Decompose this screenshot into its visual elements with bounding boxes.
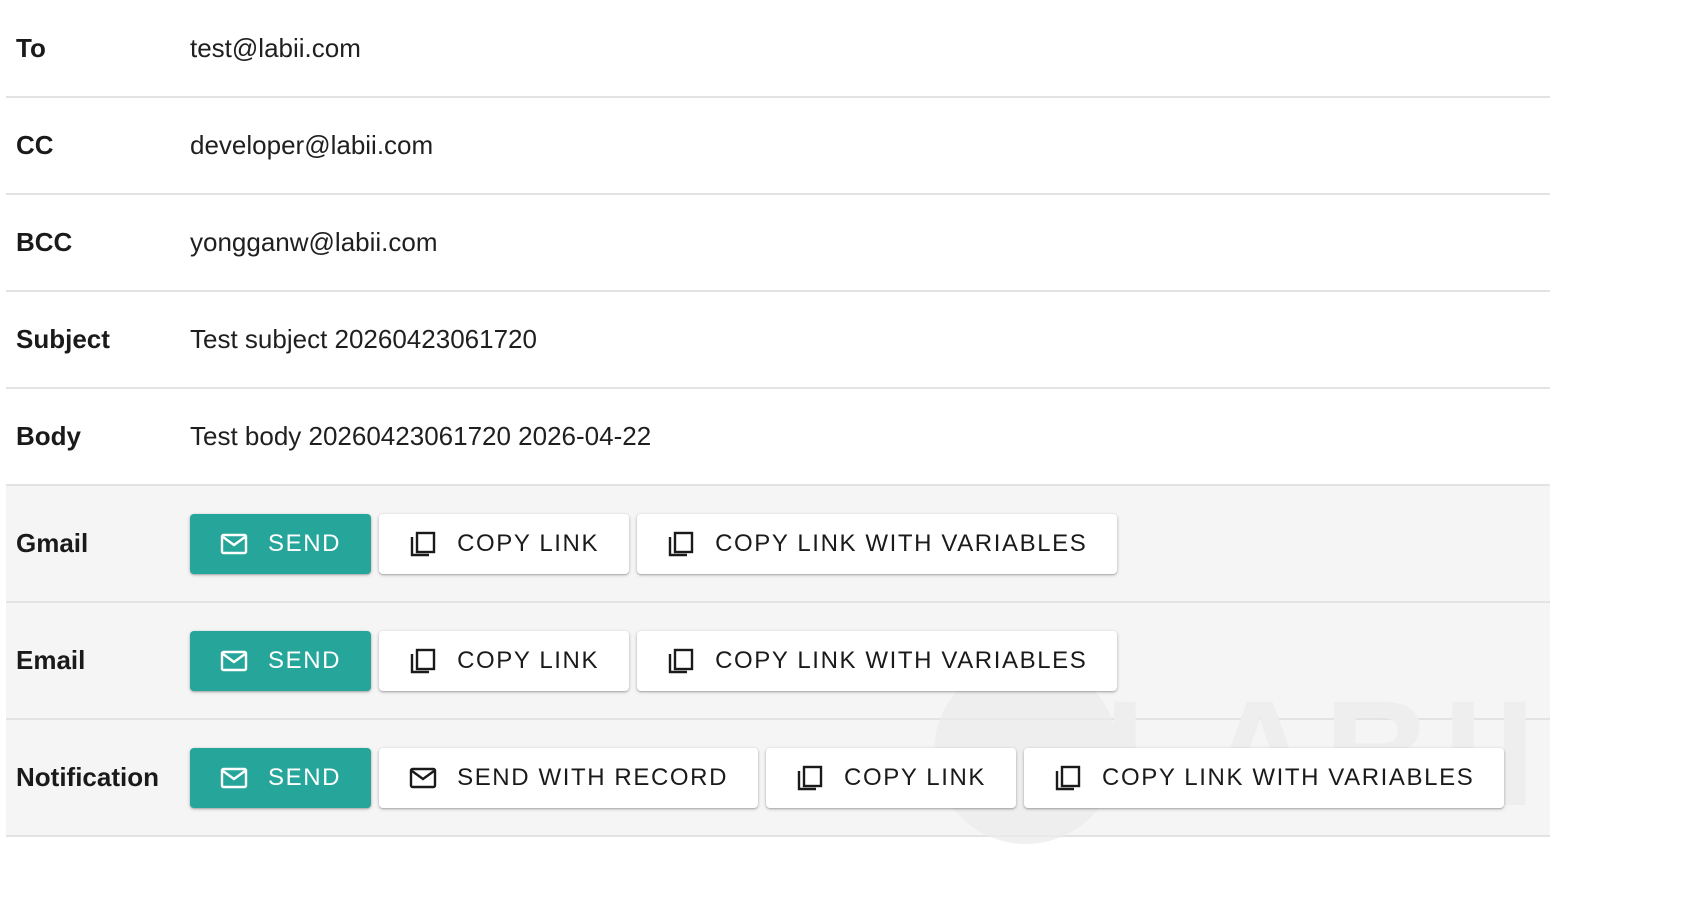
to-label: To xyxy=(16,32,46,63)
notification-copy-link-variables-label: COPY LINK WITH VARIABLES xyxy=(1102,763,1475,791)
notification-copy-link-button[interactable]: COPY LINK xyxy=(766,747,1017,808)
gmail-label: Gmail xyxy=(16,528,89,558)
copy-icon xyxy=(410,531,436,556)
body-value: Test body 20260423061720 2026-04-22 xyxy=(190,421,652,451)
cc-value: developer@labii.com xyxy=(190,130,434,160)
email-send-label: SEND xyxy=(268,646,342,674)
cc-label: CC xyxy=(16,130,54,160)
gmail-copy-link-variables-label: COPY LINK WITH VARIABLES xyxy=(715,529,1088,557)
gmail-send-button[interactable]: SEND xyxy=(190,513,372,574)
notification-send-button[interactable]: SEND xyxy=(190,747,372,808)
copy-icon xyxy=(668,531,694,556)
copy-icon xyxy=(1055,765,1081,790)
email-send-button[interactable]: SEND xyxy=(190,630,372,691)
mail-icon xyxy=(220,533,248,554)
subject-label: Subject xyxy=(16,324,110,354)
mail-icon xyxy=(220,767,248,788)
gmail-send-label: SEND xyxy=(268,529,342,557)
body-row: Body Test body 20260423061720 2026-04-22 xyxy=(6,389,1550,486)
bcc-row: BCC yongganw@labii.com xyxy=(6,195,1550,292)
gmail-copy-link-variables-button[interactable]: COPY LINK WITH VARIABLES xyxy=(637,513,1118,574)
notification-actions: SEND SEND WITH RECORD COPY LINK COPY LIN… xyxy=(190,747,1505,808)
email-details-panel: To test@labii.com CC developer@labii.com… xyxy=(6,0,1550,837)
body-label: Body xyxy=(16,421,81,451)
notification-send-label: SEND xyxy=(268,763,342,791)
mail-icon xyxy=(220,650,248,671)
notification-copy-link-label: COPY LINK xyxy=(844,763,987,791)
subject-value: Test subject 20260423061720 xyxy=(190,324,537,354)
cc-row: CC developer@labii.com xyxy=(6,98,1550,195)
gmail-actions: SEND COPY LINK COPY LINK WITH VARIABLES xyxy=(190,513,1118,574)
email-copy-link-variables-button[interactable]: COPY LINK WITH VARIABLES xyxy=(637,630,1118,691)
email-label: Email xyxy=(16,645,86,675)
to-row: To test@labii.com xyxy=(6,0,1550,98)
gmail-copy-link-button[interactable]: COPY LINK xyxy=(379,513,630,574)
bcc-value: yongganw@labii.com xyxy=(190,227,438,257)
notification-copy-link-variables-button[interactable]: COPY LINK WITH VARIABLES xyxy=(1024,747,1505,808)
subject-row: Subject Test subject 20260423061720 xyxy=(6,292,1550,389)
email-actions: SEND COPY LINK COPY LINK WITH VARIABLES xyxy=(190,630,1118,691)
bcc-label: BCC xyxy=(16,227,73,257)
notification-row: Notification SEND SEND WITH RECORD COPY … xyxy=(6,720,1550,837)
copy-icon xyxy=(668,648,694,673)
email-copy-link-variables-label: COPY LINK WITH VARIABLES xyxy=(715,646,1088,674)
copy-icon xyxy=(410,648,436,673)
copy-icon xyxy=(797,765,823,790)
notification-send-with-record-button[interactable]: SEND WITH RECORD xyxy=(379,747,759,808)
gmail-copy-link-label: COPY LINK xyxy=(457,529,600,557)
email-row: Email SEND COPY LINK COPY LINK WITH VARI… xyxy=(6,603,1550,720)
notification-label: Notification xyxy=(16,762,159,792)
notification-send-with-record-label: SEND WITH RECORD xyxy=(457,763,729,791)
gmail-row: Gmail SEND COPY LINK COPY LINK WITH VARI… xyxy=(6,486,1550,603)
email-copy-link-label: COPY LINK xyxy=(457,646,600,674)
mail-icon xyxy=(409,767,437,788)
to-value: test@labii.com xyxy=(190,32,361,63)
email-copy-link-button[interactable]: COPY LINK xyxy=(379,630,630,691)
